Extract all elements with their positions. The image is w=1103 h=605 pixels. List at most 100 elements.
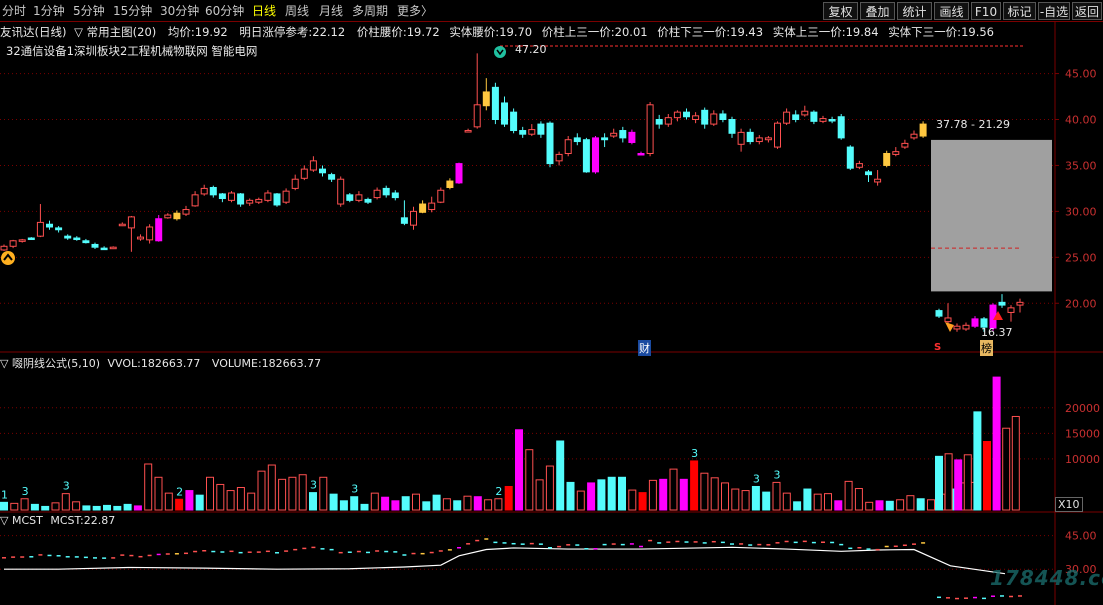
candle-body-25 bbox=[228, 192, 235, 201]
vvol-label: VVOL: bbox=[107, 357, 141, 370]
candle-body-51 bbox=[464, 130, 472, 133]
vol-bar-21 bbox=[216, 483, 225, 511]
vol-bar-90 bbox=[927, 499, 935, 511]
vol-bar-32 bbox=[329, 493, 338, 511]
candle-body-4 bbox=[36, 221, 44, 237]
candle-body-38 bbox=[346, 194, 354, 201]
vol-bar-47 bbox=[484, 499, 493, 511]
tail-candle-body-2 bbox=[953, 325, 961, 330]
candle-body-90 bbox=[819, 118, 827, 122]
x10-badge[interactable]: X10 bbox=[1055, 497, 1083, 512]
candle-body-69 bbox=[628, 131, 636, 143]
candle-body-26 bbox=[237, 193, 245, 205]
candle-body-40 bbox=[364, 198, 372, 203]
vol-bar-49 bbox=[504, 485, 513, 511]
hand-pointer-icon bbox=[945, 322, 954, 332]
candle-body-27 bbox=[246, 199, 254, 204]
candle-body-48 bbox=[437, 189, 445, 203]
vol-bar-8 bbox=[82, 505, 91, 511]
vol-bar-71 bbox=[731, 488, 740, 511]
vol-bar-33 bbox=[339, 500, 348, 511]
mcst-title[interactable]: ▽ MCST bbox=[0, 514, 43, 527]
vol-bar-34 bbox=[350, 496, 359, 511]
price-axis-label-0: 20.00 bbox=[1065, 297, 1097, 310]
volume-value: 182663.77 bbox=[261, 357, 322, 370]
candle-body-14 bbox=[127, 216, 135, 229]
candle-body-31 bbox=[282, 190, 290, 203]
cai-marker[interactable]: 财 bbox=[638, 340, 651, 356]
vol-bar-62 bbox=[638, 492, 647, 511]
candle-body-35 bbox=[319, 168, 326, 174]
vol-bar-70 bbox=[721, 482, 729, 511]
candle-body-49 bbox=[446, 180, 454, 188]
vol-bar-75 bbox=[772, 481, 781, 511]
volume-header: ▽ 啜阴线公式(5,10) VVOL:182663.77 VOLUME:1826… bbox=[0, 355, 321, 371]
s-marker[interactable]: S bbox=[934, 342, 941, 353]
vol-bar-85 bbox=[875, 500, 884, 511]
vol-bar-69 bbox=[710, 477, 719, 511]
candle-body-86 bbox=[783, 111, 791, 124]
tail-candle-body-4 bbox=[971, 318, 979, 327]
bang-marker[interactable]: 榜 bbox=[980, 340, 993, 356]
vol-bar-1 bbox=[10, 502, 19, 511]
vol-bar-10 bbox=[103, 504, 111, 511]
volume-label: VOLUME: bbox=[211, 357, 262, 370]
vol-label-4: 3 bbox=[310, 479, 317, 492]
vol-bar-81 bbox=[834, 500, 843, 511]
candle-body-77 bbox=[701, 109, 709, 125]
tail-vol-bar-4 bbox=[973, 411, 982, 511]
vol-bar-50 bbox=[515, 429, 523, 511]
candle-body-34 bbox=[309, 160, 317, 171]
candle-body-46 bbox=[419, 203, 427, 213]
vol-bar-36 bbox=[370, 492, 379, 511]
candle-body-53 bbox=[482, 91, 490, 107]
candle-body-28 bbox=[255, 198, 263, 203]
candle-body-45 bbox=[410, 210, 417, 226]
candle-body-20 bbox=[182, 209, 190, 215]
vol-bar-20 bbox=[206, 476, 214, 511]
vol-bar-19 bbox=[195, 494, 204, 511]
mcst-axis-label-1: 45.00 bbox=[1065, 530, 1097, 543]
candle-body-15 bbox=[137, 236, 144, 240]
vol-bar-43 bbox=[442, 498, 451, 511]
candle-body-30 bbox=[273, 193, 281, 206]
vol-bar-35 bbox=[360, 503, 369, 511]
tail-candle-body-8 bbox=[1007, 307, 1015, 313]
candle-body-54 bbox=[491, 86, 499, 120]
candle-body-96 bbox=[874, 178, 882, 183]
candle-body-87 bbox=[792, 114, 800, 120]
volume-title[interactable]: ▽ 啜阴线公式(5,10) bbox=[0, 357, 100, 370]
vol-bar-53 bbox=[545, 465, 554, 511]
tail-vol-bar-3 bbox=[963, 454, 972, 511]
candle-body-16 bbox=[146, 226, 154, 241]
vol-bar-63 bbox=[648, 479, 657, 511]
high-price-label: 47.20 bbox=[515, 43, 547, 56]
vol-bar-66 bbox=[679, 478, 688, 511]
candle-body-22 bbox=[200, 187, 208, 195]
vol-bar-12 bbox=[123, 503, 132, 511]
candle-body-52 bbox=[473, 104, 481, 128]
vol-bar-11 bbox=[113, 505, 122, 511]
candle-body-21 bbox=[191, 194, 199, 207]
kline-chart[interactable]: 20.00 25.00 30.00 35.00 40.00 45.00 10000 15000… bbox=[0, 0, 1103, 605]
candle-body-75 bbox=[683, 111, 690, 118]
candle-body-84 bbox=[764, 137, 772, 141]
vol-bar-5 bbox=[51, 502, 60, 511]
vol-bar-79 bbox=[813, 493, 822, 511]
candle-body-61 bbox=[555, 153, 563, 162]
vol-bar-58 bbox=[597, 479, 606, 511]
candle-body-39 bbox=[355, 194, 363, 201]
price-axis-label-5: 45.00 bbox=[1065, 68, 1097, 81]
range-label: 37.78 - 21.29 bbox=[936, 118, 1010, 131]
vol-bar-54 bbox=[556, 440, 565, 511]
mcst-header: ▽ MCST MCST:22.87 bbox=[0, 514, 115, 527]
down-arrow-icon bbox=[494, 46, 506, 58]
vol-axis-label-2: 20000 bbox=[1065, 402, 1100, 415]
candle-body-76 bbox=[692, 115, 700, 120]
vol-bar-52 bbox=[535, 479, 544, 511]
candle-body-59 bbox=[537, 123, 545, 135]
vol-bar-72 bbox=[741, 490, 750, 511]
vol-bar-14 bbox=[144, 463, 153, 511]
vol-bar-87 bbox=[896, 499, 905, 511]
candle-body-41 bbox=[373, 189, 381, 199]
